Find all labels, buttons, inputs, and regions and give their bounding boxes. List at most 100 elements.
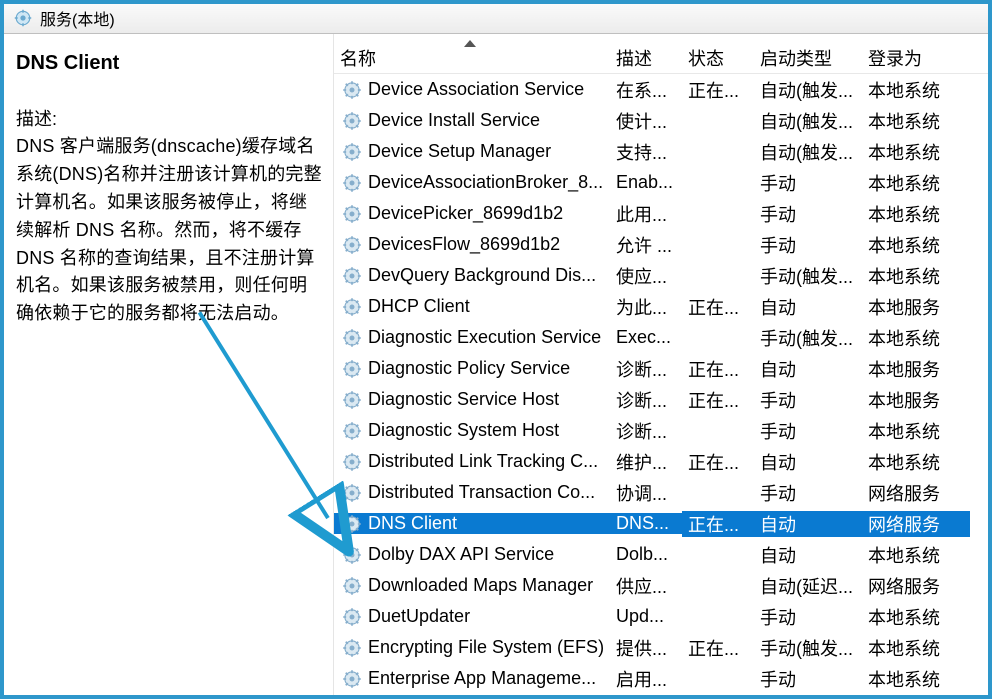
service-row[interactable]: Downloaded Maps Manager供应...自动(延迟...网络服务 [334,570,988,601]
service-row[interactable]: DHCP Client为此...正在...自动本地服务 [334,291,988,322]
description-text: DNS 客户端服务(dnscache)缓存域名系统(DNS)名称并注册该计算机的… [16,133,325,328]
service-status-cell: 正在... [682,77,754,103]
service-name-cell[interactable]: DevicesFlow_8699d1b2 [334,234,610,255]
service-desc-cell: 提供... [610,635,682,661]
service-name-cell[interactable]: Dolby DAX API Service [334,544,610,565]
service-desc-cell: 诊断... [610,387,682,413]
service-name-cell[interactable]: Distributed Link Tracking C... [334,451,610,472]
service-row[interactable]: Diagnostic System Host诊断...手动本地系统 [334,415,988,446]
gear-icon [342,483,362,503]
sort-ascending-icon [464,40,476,47]
gear-icon [342,111,362,131]
description-label: 描述: [16,105,325,131]
gear-icon [342,297,362,317]
service-logon-cell: 本地系统 [862,77,970,103]
service-startup-cell: 自动 [754,294,862,320]
service-name-cell[interactable]: Diagnostic Execution Service [334,327,610,348]
service-desc-cell: Dolb... [610,544,682,565]
service-logon-cell: 网络服务 [862,480,970,506]
service-name-cell[interactable]: Diagnostic Service Host [334,389,610,410]
service-desc-cell: Exec... [610,327,682,348]
service-row[interactable]: Distributed Transaction Co...协调...手动网络服务 [334,477,988,508]
service-name-text: DevicePicker_8699d1b2 [368,203,563,224]
service-desc-cell: DNS... [610,513,682,534]
services-app-icon [14,9,32,27]
service-name-text: Dolby DAX API Service [368,544,554,565]
service-name-cell[interactable]: DevicePicker_8699d1b2 [334,203,610,224]
service-name-cell[interactable]: Device Install Service [334,110,610,131]
gear-icon [342,204,362,224]
service-desc-cell: 此用... [610,201,682,227]
service-name-text: Downloaded Maps Manager [368,575,593,596]
service-row[interactable]: Enterprise App Manageme...启用...手动本地系统 [334,663,988,694]
services-list-pane[interactable]: 名称 描述 状态 启动类型 登录为 Device Association Ser… [334,34,988,695]
service-desc-cell: 使应... [610,263,682,289]
service-row[interactable]: DeviceAssociationBroker_8...Enab...手动本地系… [334,167,988,198]
service-row[interactable]: DNS ClientDNS...正在...自动网络服务 [334,508,988,539]
service-logon-cell: 本地系统 [862,325,970,351]
service-name-cell[interactable]: Device Setup Manager [334,141,610,162]
service-row[interactable]: Distributed Link Tracking C...维护...正在...… [334,446,988,477]
gear-icon [342,669,362,689]
service-name-cell[interactable]: Device Association Service [334,79,610,100]
service-name-cell[interactable]: DeviceAssociationBroker_8... [334,172,610,193]
service-startup-cell: 手动 [754,666,862,692]
service-name-cell[interactable]: Enterprise App Manageme... [334,668,610,689]
service-logon-cell: 本地系统 [862,108,970,134]
service-startup-cell: 手动 [754,418,862,444]
column-header-status[interactable]: 状态 [682,41,754,75]
service-row[interactable]: Diagnostic Policy Service诊断...正在...自动本地服… [334,353,988,384]
service-row[interactable]: Dolby DAX API Service Dolb... 自动本地系统 [334,539,988,570]
service-name-text: Diagnostic Policy Service [368,358,570,379]
service-name-cell[interactable]: DNS Client [334,513,610,534]
service-startup-cell: 手动 [754,480,862,506]
service-logon-cell: 本地系统 [862,635,970,661]
gear-icon [342,452,362,472]
service-name-cell[interactable]: DevQuery Background Dis... [334,265,610,286]
service-logon-cell: 本地系统 [862,418,970,444]
service-row[interactable]: DevicePicker_8699d1b2此用...手动本地系统 [334,198,988,229]
service-name-text: DevicesFlow_8699d1b2 [368,234,560,255]
gear-icon [342,514,362,534]
service-name-cell[interactable]: DHCP Client [334,296,610,317]
service-startup-cell: 自动 [754,542,862,568]
service-row[interactable]: Diagnostic Execution ServiceExec...手动(触发… [334,322,988,353]
service-logon-cell: 网络服务 [862,511,970,537]
service-name-cell[interactable]: Downloaded Maps Manager [334,575,610,596]
service-logon-cell: 本地服务 [862,356,970,382]
service-startup-cell: 自动 [754,449,862,475]
service-status-cell: 正在... [682,635,754,661]
service-status-cell: 正在... [682,387,754,413]
service-row[interactable]: Diagnostic Service Host诊断...正在...手动本地服务 [334,384,988,415]
service-name-text: Enterprise App Manageme... [368,668,596,689]
service-desc-cell: 支持... [610,139,682,165]
gear-icon [342,576,362,596]
column-header-logon[interactable]: 登录为 [862,41,970,75]
service-row[interactable]: DevicesFlow_8699d1b2允许 ...手动本地系统 [334,229,988,260]
service-row[interactable]: Encrypting File System (EFS)提供...正在...手动… [334,632,988,663]
service-name-cell[interactable]: Distributed Transaction Co... [334,482,610,503]
gear-icon [342,173,362,193]
service-name-cell[interactable]: Diagnostic Policy Service [334,358,610,379]
service-startup-cell: 手动 [754,201,862,227]
service-row[interactable]: Device Association Service在系...正在...自动(触… [334,74,988,105]
service-name-text: Encrypting File System (EFS) [368,637,604,658]
selected-service-name: DNS Client [16,52,325,75]
column-header-startup[interactable]: 启动类型 [754,41,862,75]
service-name-text: DevQuery Background Dis... [368,265,596,286]
service-name-cell[interactable]: Diagnostic System Host [334,420,610,441]
service-row[interactable]: DuetUpdaterUpd...手动本地系统 [334,601,988,632]
service-logon-cell: 本地系统 [862,542,970,568]
service-desc-cell: 诊断... [610,356,682,382]
service-name-cell[interactable]: DuetUpdater [334,606,610,627]
service-desc-cell: 使计... [610,108,682,134]
pane-title: 服务(本地) [40,6,115,30]
service-row[interactable]: DevQuery Background Dis...使应...手动(触发...本… [334,260,988,291]
service-row[interactable]: Device Setup Manager支持...自动(触发...本地系统 [334,136,988,167]
gear-icon [342,607,362,627]
service-startup-cell: 自动(触发... [754,77,862,103]
column-header-description[interactable]: 描述 [610,41,682,75]
service-row[interactable]: Device Install Service使计...自动(触发...本地系统 [334,105,988,136]
service-name-cell[interactable]: Encrypting File System (EFS) [334,637,610,658]
gear-icon [342,80,362,100]
